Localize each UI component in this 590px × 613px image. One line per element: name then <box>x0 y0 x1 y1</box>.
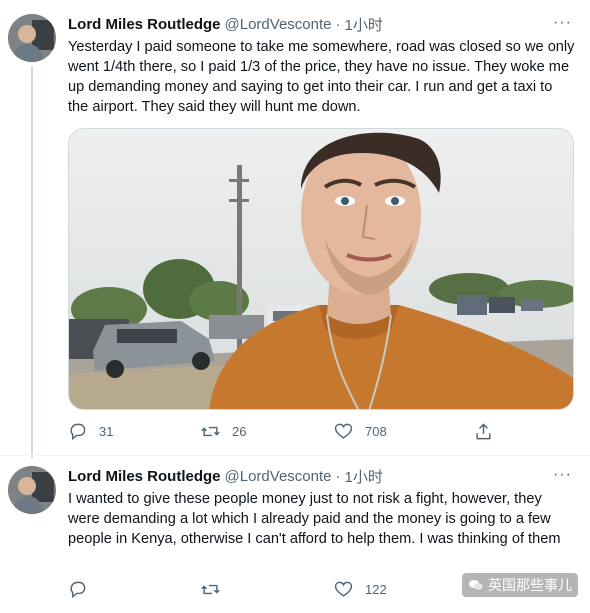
retweet-count: 26 <box>232 424 247 439</box>
share-button[interactable] <box>474 422 493 441</box>
tweet-text: Yesterday I paid someone to take me some… <box>68 39 575 115</box>
author-name[interactable]: Lord Miles Routledge <box>68 16 221 33</box>
like-button[interactable]: 122 <box>334 580 387 599</box>
more-icon[interactable]: ··· <box>553 14 572 32</box>
reply-button[interactable]: 31 <box>68 422 113 441</box>
like-button[interactable]: 708 <box>334 422 387 441</box>
wechat-icon <box>469 580 483 590</box>
like-count: 122 <box>365 582 387 597</box>
tweet-actions: 31 26 708 <box>68 422 508 444</box>
like-count: 708 <box>365 424 387 439</box>
reply-icon <box>70 581 86 599</box>
author-handle[interactable]: @LordVesconte <box>225 16 332 33</box>
avatar[interactable] <box>8 14 56 62</box>
tweet-header: Lord Miles Routledge @LordVesconte · 1小时 <box>68 14 383 35</box>
tweet-actions: 122 <box>68 580 508 602</box>
tweet-text: I wanted to give these people money just… <box>68 491 561 547</box>
thread-line <box>31 66 33 458</box>
avatar[interactable] <box>8 466 56 514</box>
timestamp[interactable]: 1小时 <box>344 14 382 35</box>
watermark: 英国那些事儿 <box>462 573 578 597</box>
tweet[interactable]: Lord Miles Routledge @LordVesconte · 1小时… <box>0 456 590 613</box>
retweet-icon <box>201 426 220 437</box>
retweet-button[interactable]: 26 <box>201 422 246 441</box>
like-icon <box>334 581 353 597</box>
share-icon <box>476 423 491 440</box>
watermark-text: 英国那些事儿 <box>488 577 572 593</box>
timestamp[interactable]: 1小时 <box>344 466 382 487</box>
more-icon[interactable]: ··· <box>553 466 572 484</box>
separator-dot: · <box>335 468 341 485</box>
author-name[interactable]: Lord Miles Routledge <box>68 468 221 485</box>
tweet-header: Lord Miles Routledge @LordVesconte · 1小时 <box>68 466 383 487</box>
author-handle[interactable]: @LordVesconte <box>225 468 332 485</box>
reply-button[interactable] <box>68 580 87 599</box>
tweet[interactable]: Lord Miles Routledge @LordVesconte · 1小时… <box>0 0 590 458</box>
reply-icon <box>70 423 86 441</box>
reply-count: 31 <box>99 424 114 439</box>
retweet-icon <box>201 584 220 595</box>
retweet-button[interactable] <box>201 580 220 599</box>
tweet-photo[interactable] <box>68 128 574 410</box>
like-icon <box>334 423 353 439</box>
separator-dot: · <box>335 16 341 33</box>
